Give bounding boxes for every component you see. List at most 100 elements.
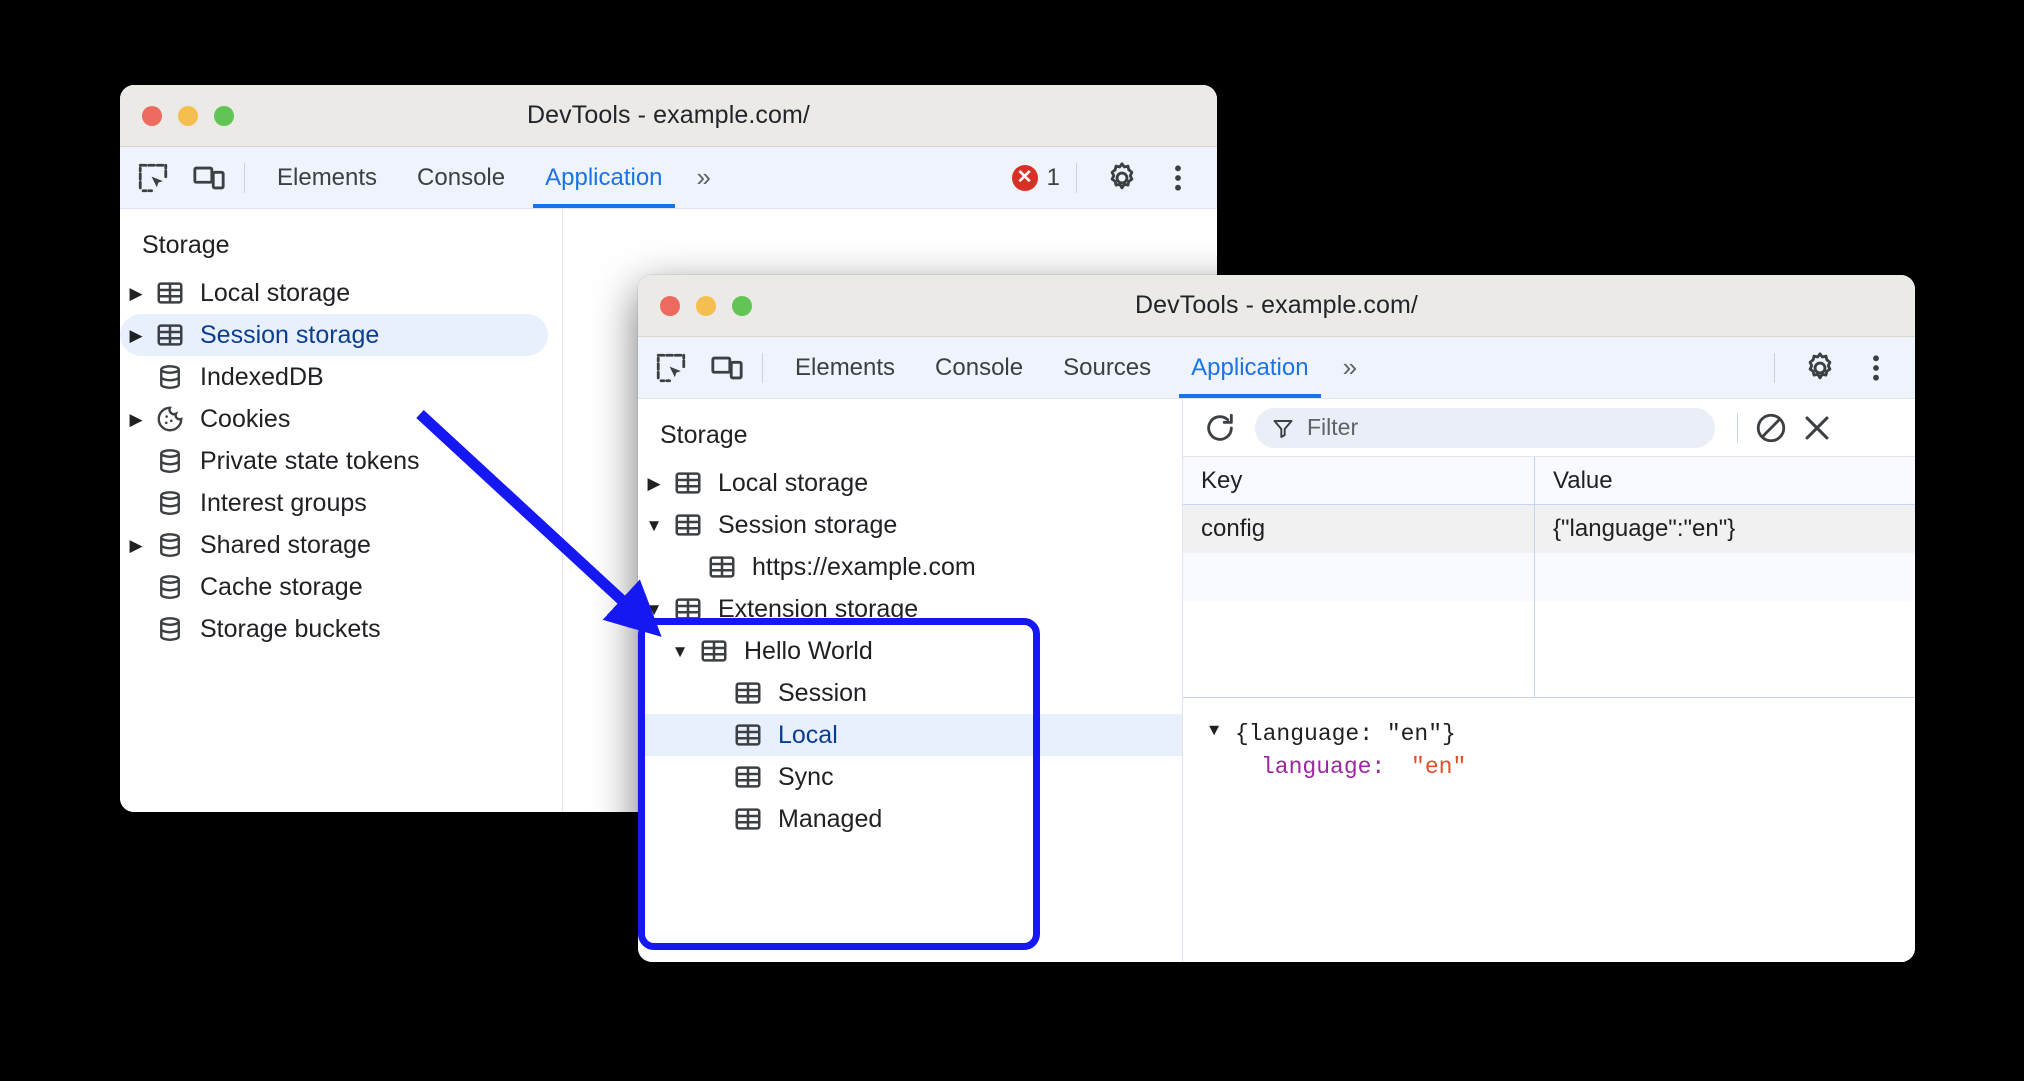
tab-elements[interactable]: Elements (775, 337, 915, 398)
toolbar-divider (244, 162, 245, 193)
cell-key[interactable] (1183, 553, 1535, 601)
database-icon (152, 488, 188, 518)
storage-detail-panel: Filter Key Value config {"language":"en"… (1183, 399, 1915, 962)
device-toolbar-icon[interactable] (704, 345, 750, 391)
delete-selected-icon[interactable] (1794, 405, 1840, 451)
table-icon (730, 804, 766, 834)
back-window-title: DevTools - example.com/ (527, 101, 810, 129)
table-icon (704, 552, 740, 582)
filter-input[interactable]: Filter (1255, 407, 1715, 448)
sidebar-item-label: https://example.com (752, 552, 976, 581)
sidebar-item-label: Cache storage (200, 572, 363, 601)
toolbar-divider (762, 352, 763, 383)
cell-value[interactable]: {"language":"en"} (1535, 505, 1915, 553)
chevron-down-icon[interactable]: ▼ (1209, 718, 1235, 745)
value-preview-pane: ▼ {language: "en"} language: "en" (1183, 698, 1915, 962)
front-tab-list: Elements Console Sources Application » (775, 337, 1368, 398)
sidebar-item-sync[interactable]: Sync (638, 756, 1182, 798)
back-toolbar-right: ✕ 1 (1011, 155, 1217, 201)
sidebar-item-label: Hello World (744, 636, 873, 665)
sidebar-item-extension-storage[interactable]: ▼ Extension storage (638, 588, 1182, 630)
database-icon (152, 572, 188, 602)
sidebar-item-managed[interactable]: Managed (638, 798, 1182, 840)
toolbar-divider-right (1076, 162, 1077, 193)
tab-application[interactable]: Application (525, 147, 682, 208)
sidebar-item-label: Extension storage (718, 594, 919, 623)
refresh-icon[interactable] (1197, 405, 1243, 451)
sidebar-item-storage-buckets[interactable]: Storage buckets (120, 608, 562, 650)
table-row[interactable] (1183, 553, 1915, 601)
column-header-value[interactable]: Value (1535, 457, 1915, 504)
preview-child-line: language: "en" (1209, 751, 1889, 784)
front-devtools-window: DevTools - example.com/ Elements Console… (638, 275, 1915, 962)
table-icon (730, 678, 766, 708)
sidebar-item-label: Managed (778, 804, 883, 833)
sidebar-item-shared-storage[interactable]: ▶ Shared storage (120, 524, 562, 566)
chevron-right-icon[interactable]: ▶ (120, 285, 152, 302)
error-badge[interactable]: ✕ 1 (1011, 163, 1060, 192)
sidebar-item-example-origin[interactable]: https://example.com (638, 546, 1182, 588)
sidebar-item-private-state-tokens[interactable]: Private state tokens (120, 440, 562, 482)
kebab-menu-icon[interactable] (1853, 345, 1899, 391)
table-row[interactable]: config {"language":"en"} (1183, 505, 1915, 553)
sidebar-item-hello-world[interactable]: ▼ Hello World (638, 630, 1182, 672)
sidebar-item-local-storage[interactable]: ▶ Local storage (638, 462, 1182, 504)
cell-value[interactable] (1535, 553, 1915, 601)
chevron-right-icon[interactable]: ▶ (638, 475, 670, 492)
tab-sources[interactable]: Sources (1043, 337, 1171, 398)
error-icon: ✕ (1011, 164, 1038, 191)
tab-elements[interactable]: Elements (257, 147, 397, 208)
screenshot-stage: DevTools - example.com/ Elements Console… (0, 0, 2024, 1081)
preview-root-line[interactable]: ▼ {language: "en"} (1209, 718, 1889, 751)
sidebar-item-label: Session (778, 678, 867, 707)
database-icon (152, 530, 188, 560)
database-icon (152, 446, 188, 476)
more-tabs-icon[interactable]: » (1329, 352, 1368, 383)
front-devtools-toolbar: Elements Console Sources Application » (638, 337, 1915, 399)
chevron-down-icon[interactable]: ▼ (664, 643, 696, 660)
sidebar-item-session[interactable]: Session (638, 672, 1182, 714)
sidebar-item-label: Local (778, 720, 838, 749)
database-icon (152, 362, 188, 392)
sidebar-item-cookies[interactable]: ▶ Cookies (120, 398, 562, 440)
column-header-key[interactable]: Key (1183, 457, 1535, 504)
chevron-down-icon[interactable]: ▼ (638, 601, 670, 618)
front-toolbar-right (1762, 345, 1915, 391)
chevron-right-icon[interactable]: ▶ (120, 327, 152, 344)
cell-key[interactable]: config (1183, 505, 1535, 553)
table-icon (696, 636, 732, 666)
chevron-down-icon[interactable]: ▼ (638, 517, 670, 534)
chevron-right-icon[interactable]: ▶ (120, 411, 152, 428)
error-count: 1 (1046, 163, 1060, 191)
inspect-element-icon[interactable] (648, 345, 694, 391)
sidebar-item-local-storage[interactable]: ▶ Local storage (120, 272, 562, 314)
preview-root-text: {language: "en"} (1235, 721, 1456, 747)
gear-icon[interactable] (1797, 345, 1843, 391)
preview-child-key: language: (1261, 754, 1386, 781)
storage-key-value-table: Key Value config {"language":"en"} (1183, 457, 1915, 698)
inspect-element-icon[interactable] (130, 155, 176, 201)
sidebar-item-cache-storage[interactable]: Cache storage (120, 566, 562, 608)
kebab-menu-icon[interactable] (1155, 155, 1201, 201)
sidebar-item-interest-groups[interactable]: Interest groups (120, 482, 562, 524)
table-icon (670, 594, 706, 624)
sidebar-item-label: IndexedDB (200, 362, 324, 391)
table-icon (730, 720, 766, 750)
database-icon (152, 614, 188, 644)
sidebar-item-label: Storage buckets (200, 614, 381, 643)
table-icon (152, 278, 188, 308)
tab-application[interactable]: Application (1171, 337, 1328, 398)
sidebar-item-session-storage[interactable]: ▶ Session storage (120, 314, 548, 356)
tab-console[interactable]: Console (915, 337, 1043, 398)
device-toolbar-icon[interactable] (186, 155, 232, 201)
tab-console[interactable]: Console (397, 147, 525, 208)
sidebar-item-session-storage[interactable]: ▼ Session storage (638, 504, 1182, 546)
sidebar-item-label: Local storage (200, 278, 351, 307)
sidebar-item-local[interactable]: Local (638, 714, 1182, 756)
clear-all-icon[interactable] (1748, 405, 1794, 451)
gear-icon[interactable] (1099, 155, 1145, 201)
more-tabs-icon[interactable]: » (683, 162, 722, 193)
chevron-right-icon[interactable]: ▶ (120, 537, 152, 554)
sidebar-item-indexeddb[interactable]: IndexedDB (120, 356, 562, 398)
sidebar-item-label: Private state tokens (200, 446, 420, 475)
